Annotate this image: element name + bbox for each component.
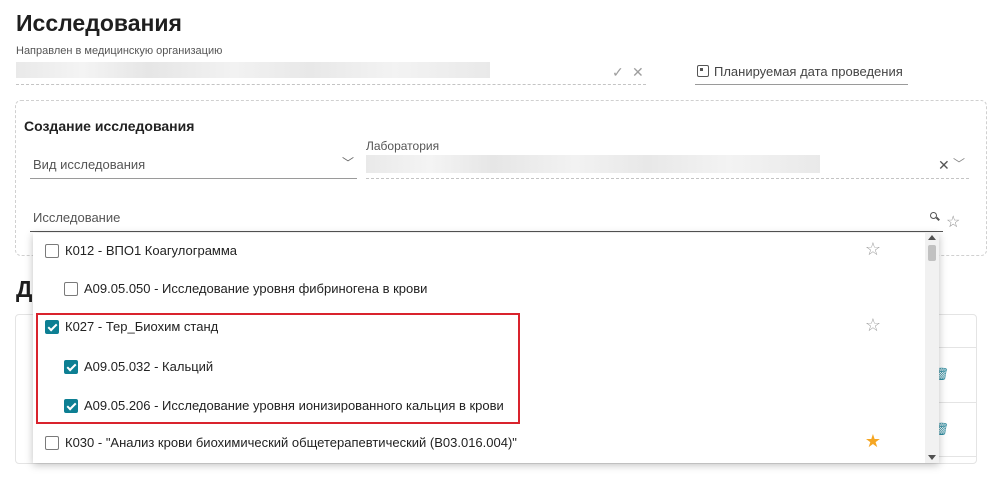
star-filled-icon[interactable]: ★: [865, 432, 881, 450]
list-item[interactable]: A09.05.050 - Исследование уровня фибрино…: [33, 271, 925, 309]
check-icon[interactable]: ✓: [612, 65, 624, 79]
referral-org-label: Направлен в медицинскую организацию: [16, 45, 223, 57]
list-item[interactable]: A09.05.206 - Исследование уровня ионизир…: [33, 388, 925, 426]
close-icon[interactable]: ✕: [938, 158, 950, 172]
section-title: Д: [16, 276, 33, 302]
checkbox[interactable]: [45, 244, 59, 258]
option-label: A09.05.050 - Исследование уровня фибрино…: [84, 281, 428, 296]
chevron-down-icon[interactable]: ﹀: [953, 158, 965, 170]
list-item[interactable]: К012 - ВПО1 Коагулограмма ☆: [33, 233, 925, 271]
checkbox-checked[interactable]: [64, 360, 78, 374]
star-icon[interactable]: ☆: [865, 240, 881, 258]
scrollbar[interactable]: [925, 233, 939, 463]
referral-org-value[interactable]: [16, 62, 490, 78]
lab-value[interactable]: [366, 155, 820, 173]
study-dropdown: К012 - ВПО1 Коагулограмма ☆ A09.05.050 -…: [33, 233, 939, 463]
checkbox-checked[interactable]: [45, 320, 59, 334]
list-item[interactable]: A09.05.032 - Кальций: [33, 349, 925, 387]
option-label: A09.05.206 - Исследование уровня ионизир…: [84, 398, 504, 413]
planned-date-input[interactable]: Планируемая дата проведения: [714, 64, 903, 79]
list-item[interactable]: К030 - "Анализ крови биохимический общет…: [33, 425, 925, 463]
scroll-thumb[interactable]: [928, 245, 936, 261]
scroll-down-arrow-icon[interactable]: [928, 455, 936, 460]
close-icon[interactable]: ✕: [632, 65, 644, 79]
checkbox[interactable]: [64, 282, 78, 296]
study-type-select[interactable]: Вид исследования: [33, 157, 145, 172]
star-icon[interactable]: ☆: [865, 316, 881, 334]
planned-date-underline: [695, 84, 908, 85]
page-title: Исследования: [16, 10, 182, 36]
option-label: К030 - "Анализ крови биохимический общет…: [65, 435, 517, 450]
star-icon[interactable]: ☆: [946, 215, 960, 231]
create-study-title: Создание исследования: [24, 118, 195, 134]
lab-label: Лаборатория: [366, 139, 440, 153]
study-search-input[interactable]: Исследование: [33, 210, 120, 225]
option-label: К012 - ВПО1 Коагулограмма: [65, 243, 238, 258]
checkbox-checked[interactable]: [64, 399, 78, 413]
list-item[interactable]: К027 - Тер_Биохим станд ☆: [33, 309, 925, 347]
option-label: К027 - Тер_Биохим станд: [65, 319, 219, 334]
chevron-down-icon[interactable]: ﹀: [342, 157, 354, 169]
calendar-icon[interactable]: [697, 65, 709, 77]
scroll-up-arrow-icon[interactable]: [928, 235, 936, 240]
checkbox[interactable]: [45, 436, 59, 450]
referral-org-underline: [16, 84, 646, 85]
study-search-underline: [30, 231, 943, 232]
search-icon[interactable]: [930, 212, 940, 221]
option-label: A09.05.032 - Кальций: [84, 359, 214, 374]
lab-underline: [366, 178, 969, 179]
study-type-underline: [30, 178, 357, 179]
